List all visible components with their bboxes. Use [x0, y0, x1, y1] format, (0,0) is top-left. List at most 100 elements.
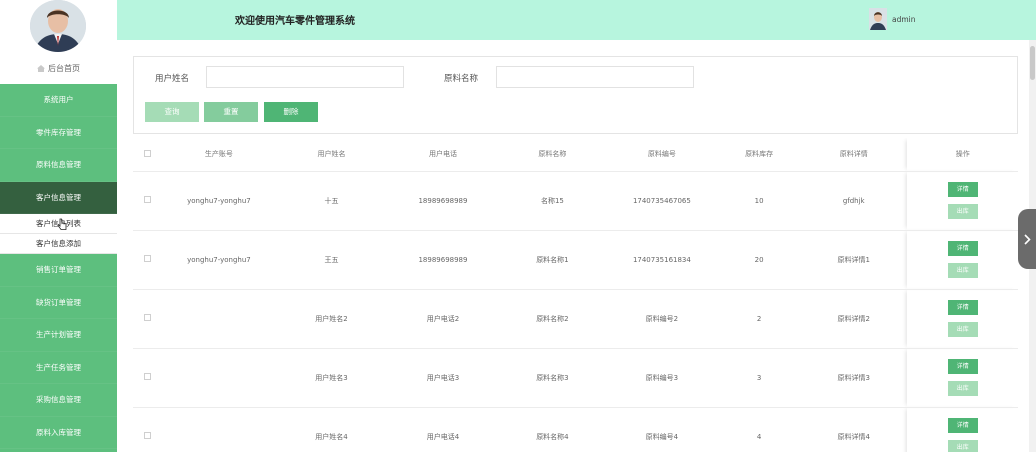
reset-button[interactable]: 重置 — [204, 102, 258, 122]
cell-name: 用户姓名4 — [276, 407, 387, 452]
cell-account — [161, 407, 277, 452]
cell-name: 王五 — [276, 230, 387, 290]
row-checkbox[interactable] — [143, 373, 151, 380]
home-link[interactable]: 后台首页 — [0, 63, 117, 74]
cell-code: 原料编号2 — [605, 289, 719, 349]
chevron-right-icon — [1023, 230, 1031, 249]
column-header: 生产账号 — [161, 138, 277, 172]
detail-button[interactable]: 详情 — [947, 418, 978, 433]
row-checkbox[interactable] — [143, 255, 151, 262]
cell-actions: 详情 出库 — [907, 407, 1018, 452]
material-name-input[interactable] — [496, 66, 694, 88]
submenu-item-customer-add[interactable]: 客户信息添加 — [0, 234, 117, 254]
row-select-cell — [133, 230, 162, 290]
sidebar-item-parts-inventory[interactable]: 零件库存管理 — [0, 117, 117, 149]
sidebar-item-sales-orders[interactable]: 销售订单管理 — [0, 254, 117, 287]
cell-stock: 2 — [718, 289, 800, 349]
cell-name: 用户姓名2 — [276, 289, 387, 349]
cell-phone: 用户电话3 — [386, 348, 500, 408]
page-title: 欢迎使用汽车零件管理系统 — [235, 16, 355, 27]
user-name: admin — [892, 14, 916, 24]
row-select-cell — [133, 289, 162, 349]
submenu-item-customer-list[interactable]: 客户信息列表 — [0, 214, 117, 234]
user-name-label: 用户姓名 — [155, 74, 190, 84]
sidebar-item-production-tasks[interactable]: 生产任务管理 — [0, 352, 117, 384]
column-header: 原料名称 — [499, 138, 606, 172]
cell-name: 用户姓名3 — [276, 348, 387, 408]
cell-stock: 10 — [718, 171, 800, 231]
home-icon — [37, 65, 45, 72]
sidebar-item-purchase-info[interactable]: 采购信息管理 — [0, 384, 117, 417]
cell-detail: 原料详情1 — [800, 230, 908, 290]
sidebar-menu: 系统用户 零件库存管理 原料信息管理 客户信息管理 — [0, 84, 117, 214]
column-header: 用户电话 — [386, 138, 500, 172]
row-checkbox[interactable] — [143, 314, 151, 321]
material-name-label: 原料名称 — [444, 74, 479, 84]
cell-code: 原料编号3 — [605, 348, 719, 408]
cell-material: 原料名称4 — [499, 407, 606, 452]
sidebar: 后台首页 系统用户 零件库存管理 原料信息管理 客户信息管理 客户信息列表 客户… — [0, 0, 117, 452]
table-row: 用户姓名2 用户电话2 原料名称2 原料编号2 2 原料详情2 详情 出库 — [133, 289, 1018, 349]
cell-account: yonghu7-yonghu7 — [161, 171, 277, 231]
sidebar-profile: 后台首页 — [0, 0, 117, 84]
cell-code: 1740735467065 — [605, 171, 719, 231]
cell-detail: 原料详情2 — [800, 289, 908, 349]
user-avatar — [869, 8, 887, 30]
row-checkbox[interactable] — [143, 432, 151, 439]
column-header: 原料编号 — [605, 138, 719, 172]
row-select-cell — [133, 407, 162, 452]
outbound-button[interactable]: 出库 — [947, 381, 978, 396]
outbound-button[interactable]: 出库 — [947, 322, 978, 337]
search-panel: 用户姓名 原料名称 查询 重置 删除 — [133, 56, 1018, 134]
home-label: 后台首页 — [48, 64, 80, 73]
sidebar-item-customer-info[interactable]: 客户信息管理 — [0, 181, 117, 214]
sidebar-item-production-plan[interactable]: 生产计划管理 — [0, 319, 117, 352]
sidebar-item-material-info[interactable]: 原料信息管理 — [0, 149, 117, 182]
table-row: yonghu7-yonghu7 十五 18989698989 名称15 1740… — [133, 171, 1018, 231]
detail-button[interactable]: 详情 — [947, 241, 978, 256]
cell-phone: 用户电话2 — [386, 289, 500, 349]
row-select-cell — [133, 348, 162, 408]
sidebar-item-material-inbound[interactable]: 原料入库管理 — [0, 417, 117, 449]
table-row: 用户姓名3 用户电话3 原料名称3 原料编号3 3 原料详情3 详情 出库 — [133, 348, 1018, 408]
sidebar-menu-more: 销售订单管理 缺货订单管理 生产计划管理 生产任务管理 采购信息管理 原料入库管… — [0, 254, 117, 449]
column-header: 用户姓名 — [276, 138, 387, 172]
row-checkbox[interactable] — [143, 196, 151, 203]
cell-actions: 详情 出库 — [907, 171, 1018, 231]
outbound-button[interactable]: 出库 — [947, 263, 978, 278]
cell-account — [161, 348, 277, 408]
cell-code: 原料编号4 — [605, 407, 719, 452]
outbound-button[interactable]: 出库 — [947, 204, 978, 219]
query-button[interactable]: 查询 — [145, 102, 199, 122]
scrollbar-thumb[interactable] — [1030, 46, 1035, 80]
user-menu[interactable]: admin — [869, 8, 916, 30]
cell-actions: 详情 出库 — [907, 230, 1018, 290]
table-row: 用户姓名4 用户电话4 原料名称4 原料编号4 4 原料详情4 详情 出库 — [133, 407, 1018, 452]
cell-phone: 18989698989 — [386, 230, 500, 290]
detail-button[interactable]: 详情 — [947, 359, 978, 374]
avatar — [30, 0, 86, 52]
cell-detail: 原料详情4 — [800, 407, 908, 452]
side-panel-toggle[interactable] — [1018, 209, 1036, 269]
cell-phone: 用户电话4 — [386, 407, 500, 452]
select-all-cell — [133, 138, 162, 172]
cell-stock: 3 — [718, 348, 800, 408]
outbound-button[interactable]: 出库 — [947, 440, 978, 452]
row-select-cell — [133, 171, 162, 231]
delete-button[interactable]: 删除 — [264, 102, 318, 122]
cell-material: 原料名称2 — [499, 289, 606, 349]
user-name-input[interactable] — [206, 66, 404, 88]
data-table-wrap: 生产账号 用户姓名 用户电话 原料名称 原料编号 原料库存 原料详情 操作 yo… — [133, 138, 1018, 452]
table-header-row: 生产账号 用户姓名 用户电话 原料名称 原料编号 原料库存 原料详情 操作 — [133, 138, 1018, 172]
detail-button[interactable]: 详情 — [947, 182, 978, 197]
detail-button[interactable]: 详情 — [947, 300, 978, 315]
select-all-checkbox[interactable] — [143, 149, 151, 157]
cell-material: 原料名称1 — [499, 230, 606, 290]
top-header: 欢迎使用汽车零件管理系统 admin — [117, 0, 1036, 40]
sidebar-item-shortage-orders[interactable]: 缺货订单管理 — [0, 287, 117, 319]
column-header: 原料详情 — [800, 138, 908, 172]
sidebar-item-system-users[interactable]: 系统用户 — [0, 84, 117, 117]
cell-name: 十五 — [276, 171, 387, 231]
cell-account — [161, 289, 277, 349]
cell-detail: 原料详情3 — [800, 348, 908, 408]
